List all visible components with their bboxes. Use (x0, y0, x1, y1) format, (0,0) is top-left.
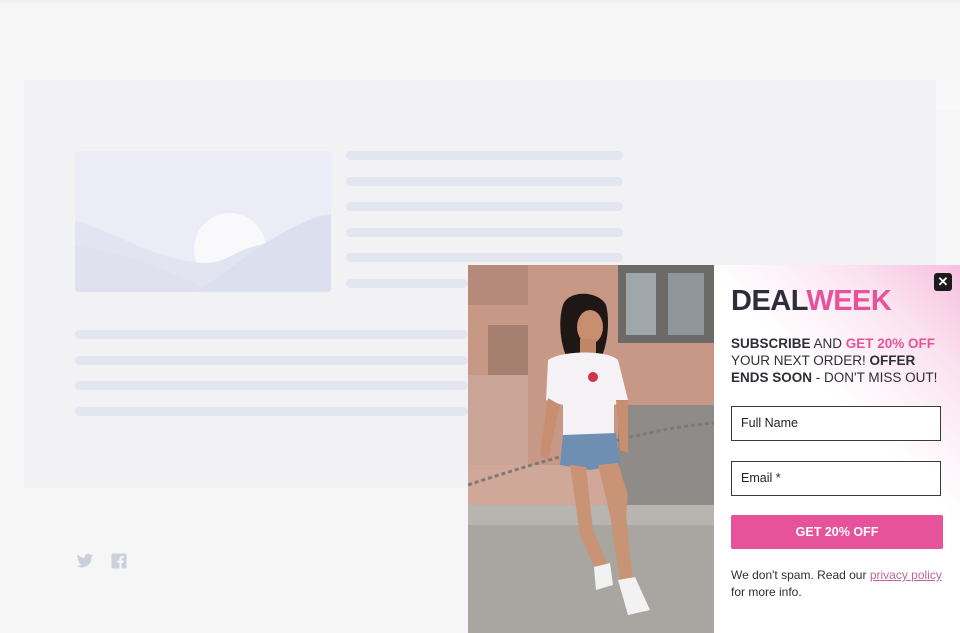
text-line-placeholder (346, 228, 623, 237)
offer-text: SUBSCRIBE AND GET 20% OFF YOUR NEXT ORDE… (731, 335, 947, 386)
offer-next-order: YOUR NEXT ORDER! (731, 353, 870, 368)
full-name-field[interactable]: Full Name (731, 406, 941, 441)
popup-content: ✕ DEALWEEK SUBSCRIBE AND GET 20% OFF YOU… (714, 265, 960, 633)
logo-week: WEEK (806, 285, 892, 317)
text-line-placeholder (75, 407, 468, 416)
subscribe-popup: ✕ DEALWEEK SUBSCRIBE AND GET 20% OFF YOU… (468, 265, 960, 633)
offer-discount: GET 20% OFF (845, 336, 936, 351)
image-placeholder (75, 151, 331, 292)
offer-dont-miss: - DON'T MISS OUT! (812, 370, 938, 385)
landscape-icon (75, 151, 331, 292)
disclaimer-text: We don't spam. Read our (731, 568, 870, 582)
logo-deal: DEAL (731, 285, 807, 317)
facebook-icon[interactable] (110, 552, 128, 570)
disclaimer-end: for more info. (731, 585, 802, 599)
get-discount-button[interactable]: GET 20% OFF (731, 515, 943, 549)
corner-notch (936, 80, 960, 110)
text-line-placeholder (346, 279, 468, 288)
text-line-placeholder (346, 177, 623, 186)
model-photo (468, 265, 714, 633)
privacy-policy-link[interactable]: privacy policy (870, 568, 942, 582)
text-line-placeholder (75, 330, 468, 339)
close-icon[interactable]: ✕ (934, 273, 952, 291)
text-line-placeholder (75, 381, 468, 390)
offer-and: AND (810, 336, 846, 351)
text-line-placeholder (346, 151, 623, 160)
text-line-placeholder (346, 202, 623, 211)
email-field[interactable]: Email * (731, 461, 941, 496)
text-line-placeholder (346, 253, 623, 262)
text-line-placeholder (75, 356, 468, 365)
dealweek-logo: DEALWEEK (731, 285, 892, 318)
offer-subscribe: SUBSCRIBE (731, 336, 811, 351)
top-strip (0, 0, 960, 2)
twitter-icon[interactable] (76, 552, 94, 570)
spam-disclaimer: We don't spam. Read our privacy policy f… (731, 567, 951, 601)
